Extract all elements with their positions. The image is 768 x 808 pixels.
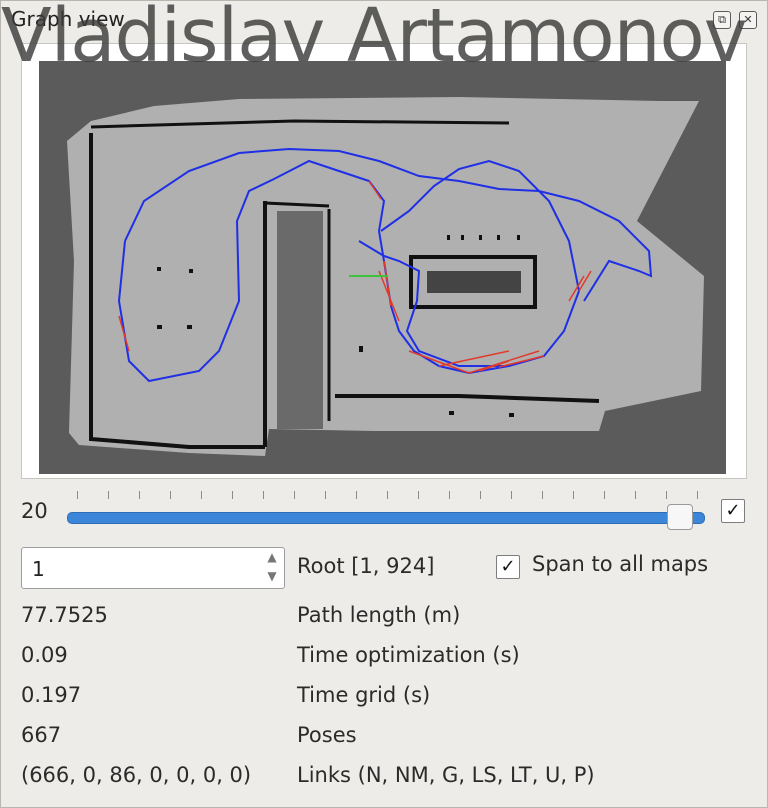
- corridor-dark: [277, 211, 323, 429]
- time-optimization-value: 0.09: [21, 643, 68, 667]
- graph-view-panel: Graph view ⧉ ✕ Vladislav Artamonov 20 ✓ …: [0, 0, 768, 808]
- slider-tick: [542, 491, 543, 499]
- slider-tick: [387, 491, 388, 499]
- links-label: Links (N, NM, G, LS, LT, U, P): [297, 763, 595, 787]
- poses-label: Poses: [297, 723, 357, 747]
- spin-up-icon[interactable]: ▲: [262, 548, 282, 567]
- table-dark: [427, 271, 521, 293]
- spin-down-icon[interactable]: ▼: [262, 567, 282, 586]
- slider-tick: [666, 491, 667, 499]
- slider-value: 20: [21, 499, 48, 523]
- root-label: Root [1, 924]: [297, 554, 435, 578]
- poses-value: 667: [21, 723, 62, 747]
- slider-ticks: [77, 491, 698, 499]
- slider-tick: [232, 491, 233, 499]
- slider-tick: [604, 491, 605, 499]
- watermark-text: Vladislav Artamonov: [1, 0, 748, 79]
- slider-tick: [449, 491, 450, 499]
- slider-tick: [480, 491, 481, 499]
- root-spinbox[interactable]: ▲ ▼: [21, 547, 285, 589]
- slider-tick: [263, 491, 264, 499]
- time-grid-label: Time grid (s): [297, 683, 431, 707]
- slider-tick: [108, 491, 109, 499]
- slider-tick: [294, 491, 295, 499]
- graph-map-canvas[interactable]: [39, 61, 726, 474]
- slider-tick: [201, 491, 202, 499]
- slider-tick: [418, 491, 419, 499]
- links-value: (666, 0, 86, 0, 0, 0, 0): [21, 763, 252, 787]
- iteration-slider-handle[interactable]: [666, 504, 693, 530]
- slider-tick: [356, 491, 357, 499]
- slider-tick: [697, 491, 698, 499]
- path-length-label: Path length (m): [297, 603, 461, 627]
- time-optimization-label: Time optimization (s): [297, 643, 520, 667]
- root-spin-input[interactable]: [30, 556, 254, 582]
- slider-tick: [139, 491, 140, 499]
- slider-checkbox[interactable]: ✓: [721, 499, 745, 523]
- slider-tick: [635, 491, 636, 499]
- map-frame: [21, 43, 747, 479]
- iteration-slider-track[interactable]: [67, 512, 705, 524]
- slider-tick: [511, 491, 512, 499]
- span-all-maps-checkbox[interactable]: ✓: [496, 555, 520, 579]
- slider-tick: [573, 491, 574, 499]
- slider-tick: [170, 491, 171, 499]
- time-grid-value: 0.197: [21, 683, 82, 707]
- slider-tick: [77, 491, 78, 499]
- span-all-maps-label[interactable]: Span to all maps: [532, 552, 708, 576]
- slider-tick: [325, 491, 326, 499]
- path-length-value: 77.7525: [21, 603, 108, 627]
- occupancy-grid-map: [67, 97, 704, 456]
